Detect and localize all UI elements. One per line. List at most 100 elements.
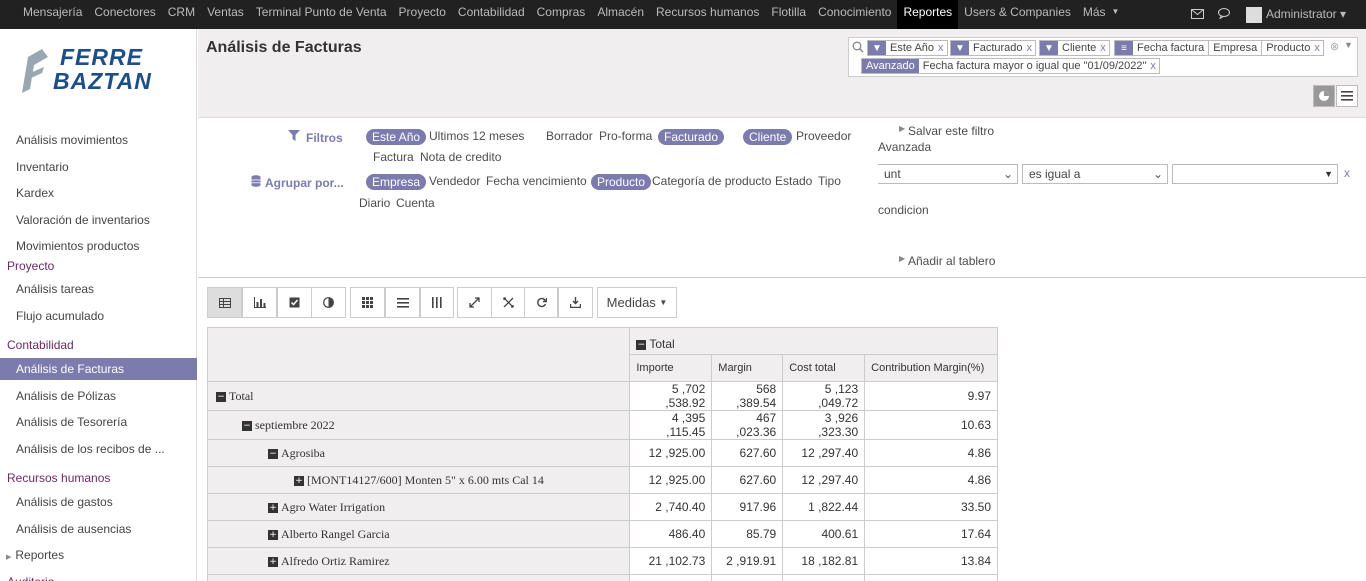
measure-header[interactable]: Cost total: [782, 354, 866, 382]
search-bar[interactable]: ▼ Este Año x ▼ Facturado x ▼ Cliente x ≡…: [848, 37, 1358, 77]
sidebar-item[interactable]: Análisis de Tesorería: [0, 411, 197, 433]
chat-icon[interactable]: [1217, 7, 1232, 22]
groupby-tipo[interactable]: Tipo: [818, 174, 841, 188]
facet-advanced[interactable]: Avanzado Fecha factura mayor o igual que…: [861, 58, 1160, 74]
pivot-row-header[interactable]: + Alberto Rangel Garcia: [206, 520, 631, 548]
bar-chart-button[interactable]: [242, 287, 277, 318]
filter-este-anio[interactable]: Este Año: [366, 129, 427, 145]
expand-all-button[interactable]: [457, 287, 492, 318]
topnav-item[interactable]: Terminal Punto de Venta: [250, 0, 393, 29]
clear-search-icon[interactable]: ⊗: [1330, 40, 1339, 53]
sidebar-item[interactable]: Análisis de ausencias: [0, 518, 197, 540]
grid-view-button[interactable]: [350, 287, 385, 318]
sidebar-item[interactable]: Movimientos productos: [0, 235, 197, 257]
line-chart-button[interactable]: [277, 287, 312, 318]
user-menu[interactable]: Administrator ▾: [1245, 6, 1346, 23]
topnav-item[interactable]: Más: [1077, 0, 1112, 29]
advanced-search-label[interactable]: Avanzada: [878, 140, 931, 154]
topnav-item[interactable]: Users & Companies: [958, 0, 1077, 29]
filter-facturado[interactable]: Facturado: [658, 129, 725, 145]
filter-pro-forma[interactable]: Pro-forma: [599, 129, 652, 143]
sidebar-item[interactable]: Flujo acumulado: [0, 305, 197, 327]
groupby-estado[interactable]: Estado: [775, 174, 812, 188]
facet-remove[interactable]: x: [1027, 41, 1036, 55]
facet-remove[interactable]: x: [1150, 59, 1159, 73]
sidebar-item[interactable]: Inventario: [0, 156, 197, 178]
topnav-item[interactable]: Reportes: [897, 0, 959, 29]
pivot-row-header[interactable]: + [MONT14127/600] Monten 5" x 6.00 mts Ca…: [206, 466, 631, 494]
pivot-row-header[interactable]: + Agro Water Irrigation: [206, 493, 631, 521]
pivot-view-button[interactable]: [1313, 85, 1335, 107]
facet-remove[interactable]: x: [1100, 41, 1109, 55]
facet-groupby[interactable]: ≡ Fecha factura Empresa Producto x: [1114, 40, 1324, 56]
topnav-item[interactable]: Mensajería: [17, 0, 88, 29]
filter-borrador[interactable]: Borrador: [546, 129, 593, 143]
pivot-mode-button[interactable]: [207, 287, 242, 318]
rows-view-button[interactable]: [385, 287, 420, 318]
sidebar-item[interactable]: Análisis de gastos: [0, 491, 197, 513]
pivot-row-header[interactable]: − septiembre 2022: [206, 410, 631, 440]
groupby-producto[interactable]: Producto: [591, 174, 652, 190]
pie-chart-button[interactable]: [311, 287, 346, 318]
filter-factura[interactable]: Factura: [373, 150, 414, 164]
columns-view-button[interactable]: [420, 287, 454, 318]
save-filter-link[interactable]: Salvar este filtro: [908, 124, 994, 138]
download-button[interactable]: [558, 287, 593, 318]
filter-proveedor[interactable]: Proveedor: [796, 129, 851, 143]
envelope-icon[interactable]: [1190, 8, 1204, 22]
facet-remove[interactable]: x: [1314, 41, 1323, 55]
pivot-col-header-total[interactable]: − Total: [629, 327, 998, 355]
facet-filter-year[interactable]: ▼ Este Año x: [867, 40, 948, 56]
topnav-item[interactable]: Flotilla: [765, 0, 812, 29]
add-condition-link[interactable]: condicion: [878, 203, 958, 217]
sidebar-item[interactable]: Análisis de Facturas: [0, 358, 197, 380]
groupby-categoria-producto[interactable]: Categoría de producto: [652, 174, 771, 188]
collapse-all-button[interactable]: [491, 287, 525, 318]
measure-header[interactable]: Contribution Margin(%): [864, 354, 998, 382]
sidebar-item[interactable]: Análisis movimientos: [0, 129, 197, 151]
facet-filter-cliente[interactable]: ▼ Cliente x: [1039, 40, 1110, 56]
topnav-item[interactable]: CRM: [162, 0, 201, 29]
topnav-item[interactable]: Almacén: [591, 0, 650, 29]
filter-nota-credito[interactable]: Nota de credito: [420, 150, 501, 164]
topnav-item[interactable]: Compras: [531, 0, 592, 29]
groupby-diario[interactable]: Diario: [359, 196, 390, 210]
pivot-row-header[interactable]: +Alicia Maria de Rosales Fuentes: [206, 574, 631, 581]
topnav-item[interactable]: Proyecto: [393, 0, 452, 29]
filter-cliente[interactable]: Cliente: [743, 129, 793, 145]
pivot-row-header[interactable]: − Agrosiba: [206, 439, 631, 467]
add-to-dashboard-link[interactable]: Añadir al tablero: [908, 254, 995, 268]
sidebar-item[interactable]: Análisis tareas: [0, 278, 197, 300]
search-dropdown-icon[interactable]: ▼: [1344, 40, 1353, 50]
sidebar-item[interactable]: Valoración de inventarios: [0, 209, 197, 231]
measures-dropdown[interactable]: Medidas ▼: [597, 287, 677, 318]
sidebar-item[interactable]: ▶ Reportes: [0, 544, 197, 566]
facet-filter-facturado[interactable]: ▼ Facturado x: [950, 40, 1037, 56]
list-view-button[interactable]: [1336, 85, 1358, 107]
sidebar-item[interactable]: Análisis de Pólizas: [0, 385, 197, 407]
remove-condition-button[interactable]: x: [1344, 166, 1350, 180]
topnav-item[interactable]: Conocimiento: [812, 0, 897, 29]
topnav-item[interactable]: Recursos humanos: [650, 0, 765, 29]
sidebar-item[interactable]: Análisis de los recibos de ...: [0, 438, 197, 460]
groupby-fecha-vencimiento[interactable]: Fecha vencimiento: [486, 174, 587, 188]
groupby-cuenta[interactable]: Cuenta: [396, 196, 435, 210]
groupby-empresa[interactable]: Empresa: [366, 174, 427, 190]
filters-label[interactable]: Filtros: [306, 131, 343, 145]
pivot-row-header[interactable]: + Alfredo Ortiz Ramirez: [206, 547, 631, 575]
topnav-item[interactable]: Contabilidad: [452, 0, 531, 29]
groupby-vendedor[interactable]: Vendedor: [429, 174, 480, 188]
sidebar-item[interactable]: Kardex: [0, 182, 197, 204]
measure-header[interactable]: Importe: [629, 354, 713, 382]
advanced-field-select[interactable]: unt ⌄: [878, 164, 1018, 184]
filter-ultimos-12-meses[interactable]: Ultimos 12 meses: [429, 129, 524, 143]
facet-remove[interactable]: x: [938, 41, 947, 55]
groupby-label[interactable]: Agrupar por...: [265, 176, 344, 190]
advanced-operator-select[interactable]: es igual a ⌄: [1022, 164, 1168, 184]
topnav-item[interactable]: Conectores: [88, 0, 161, 29]
pivot-row-header[interactable]: − Total: [206, 381, 631, 411]
advanced-value-select[interactable]: ▼: [1172, 164, 1338, 184]
measure-header[interactable]: Margin: [711, 354, 784, 382]
topnav-item[interactable]: Ventas: [201, 0, 250, 29]
refresh-button[interactable]: [524, 287, 558, 318]
